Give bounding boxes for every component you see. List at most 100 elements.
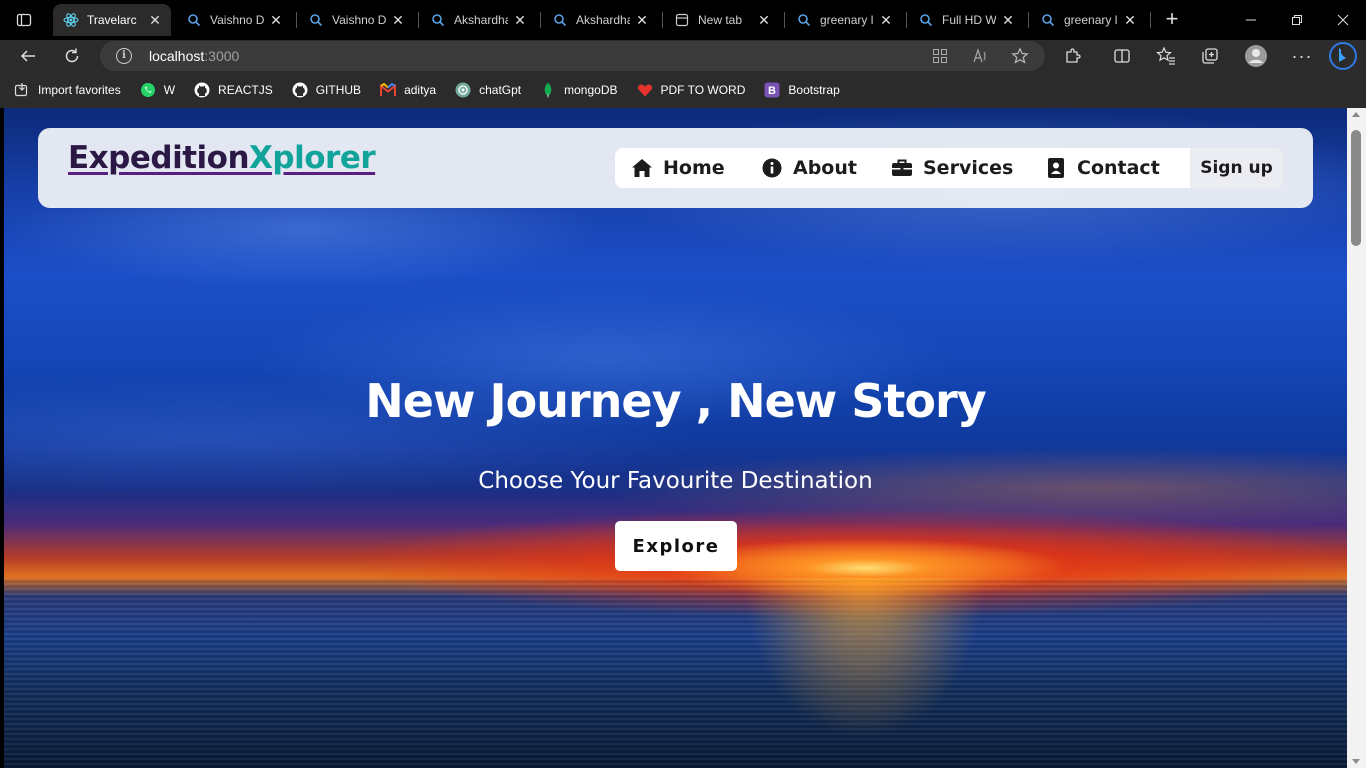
search-icon <box>430 12 446 28</box>
favorite-chatgpt[interactable]: chatGpt <box>455 82 521 98</box>
copilot-button[interactable] <box>1328 41 1358 71</box>
tab-akshardham-2[interactable]: Akshardha ✕ <box>542 4 658 36</box>
new-tab-button[interactable]: + <box>1160 8 1184 32</box>
info-circle-icon <box>761 157 783 179</box>
tab-greenary-1[interactable]: greenary la ✕ <box>786 4 902 36</box>
whatsapp-icon <box>140 82 156 98</box>
close-icon[interactable]: ✕ <box>390 12 406 28</box>
scroll-down-arrow-icon[interactable] <box>1352 759 1360 764</box>
back-arrow-icon <box>20 50 35 62</box>
scroll-up-arrow-icon[interactable] <box>1352 112 1360 117</box>
puzzle-icon <box>1066 48 1081 63</box>
favorites-button[interactable] <box>1152 42 1180 70</box>
tab-akshardham-1[interactable]: Akshardha ✕ <box>420 4 536 36</box>
close-icon[interactable]: ✕ <box>512 12 528 28</box>
favorite-bootstrap[interactable]: B Bootstrap <box>764 82 840 98</box>
nav-home-label: Home <box>663 157 725 179</box>
favorite-import[interactable]: Import favorites <box>14 82 121 98</box>
read-aloud-icon[interactable] <box>970 46 990 66</box>
app-available-icon[interactable] <box>930 46 950 66</box>
favorite-whatsapp[interactable]: W <box>140 82 175 98</box>
hero-subtitle: Choose Your Favourite Destination <box>478 468 873 494</box>
close-icon[interactable]: ✕ <box>756 12 772 28</box>
more-options-button[interactable]: ··· <box>1288 42 1316 70</box>
favorite-label: Bootstrap <box>788 83 840 97</box>
tab-full-hd[interactable]: Full HD Wa ✕ <box>908 4 1024 36</box>
close-icon[interactable]: ✕ <box>1000 12 1016 28</box>
nav-about[interactable]: About <box>761 148 857 188</box>
tab-separator <box>296 12 297 28</box>
scroll-thumb[interactable] <box>1351 130 1361 246</box>
signup-button[interactable]: Sign up <box>1190 148 1283 188</box>
tab-greenary-2[interactable]: greenary la ✕ <box>1030 4 1146 36</box>
minimize-button[interactable] <box>1228 6 1274 34</box>
brand-part1: Expedition <box>68 140 250 176</box>
tab-title: greenary la <box>1064 13 1118 27</box>
favorite-gmail[interactable]: aditya <box>380 82 436 98</box>
tab-strip: Travelarc ✕ Vaishno De ✕ Vaishno De ✕ Ak… <box>0 0 1366 40</box>
back-button[interactable] <box>14 42 42 70</box>
nav-home[interactable]: Home <box>631 148 725 188</box>
close-icon[interactable]: ✕ <box>268 12 284 28</box>
react-icon <box>63 12 79 28</box>
tab-separator <box>540 12 541 28</box>
explore-button[interactable]: Explore <box>615 521 737 571</box>
split-screen-button[interactable] <box>1108 42 1136 70</box>
nav-services[interactable]: Services <box>891 148 1013 188</box>
briefcase-icon <box>891 157 913 179</box>
favorite-star-icon[interactable] <box>1010 46 1030 66</box>
collections-button[interactable] <box>1196 42 1224 70</box>
brand-logo[interactable]: ExpeditionXplorer <box>68 140 376 176</box>
close-icon[interactable]: ✕ <box>878 12 894 28</box>
close-window-button[interactable] <box>1320 6 1366 34</box>
site-navbar: ExpeditionXplorer Home About Services Co… <box>38 128 1313 208</box>
github-icon <box>292 82 308 98</box>
ellipsis-icon: ··· <box>1291 45 1313 66</box>
favorite-pdf-to-word[interactable]: PDF TO WORD <box>637 82 745 98</box>
nav-services-label: Services <box>923 157 1014 179</box>
tab-actions-icon <box>16 13 32 27</box>
tab-title: greenary la <box>820 13 874 27</box>
nav-contact-label: Contact <box>1077 157 1160 179</box>
favorite-github[interactable]: GITHUB <box>292 82 361 98</box>
tab-title: Akshardha <box>576 13 630 27</box>
tab-travelarc[interactable]: Travelarc ✕ <box>53 4 171 36</box>
close-icon[interactable]: ✕ <box>1122 12 1138 28</box>
tab-title: Full HD Wa <box>942 13 996 27</box>
url-text[interactable]: localhost:3000 <box>149 48 239 64</box>
tab-vaishno-2[interactable]: Vaishno De ✕ <box>298 4 414 36</box>
restore-icon <box>1292 15 1302 25</box>
tab-separator <box>1028 12 1029 28</box>
tab-title: Akshardha <box>454 13 508 27</box>
tab-vaishno-1[interactable]: Vaishno De ✕ <box>176 4 292 36</box>
tab-separator <box>662 12 663 28</box>
close-icon[interactable]: ✕ <box>634 12 650 28</box>
close-icon[interactable]: ✕ <box>147 12 163 28</box>
profile-button[interactable] <box>1242 42 1270 70</box>
restore-button[interactable] <box>1274 6 1320 34</box>
browser-toolbar: i localhost:3000 ··· <box>0 40 1366 72</box>
close-icon <box>1337 14 1349 26</box>
favorite-label: aditya <box>404 83 437 97</box>
url-port: :3000 <box>204 48 240 64</box>
favorite-reactjs[interactable]: REACTJS <box>194 82 273 98</box>
favorite-mongodb[interactable]: mongoDB <box>540 82 618 98</box>
split-screen-icon <box>1114 49 1130 63</box>
nav-about-label: About <box>793 157 857 179</box>
pdf-icon <box>637 82 653 98</box>
url-host: localhost <box>149 48 205 64</box>
tab-title: Vaishno De <box>332 13 386 27</box>
reload-button[interactable] <box>58 42 86 70</box>
svg-text:B: B <box>768 85 776 97</box>
reload-icon <box>65 48 79 63</box>
extensions-button[interactable] <box>1059 42 1087 70</box>
tab-actions-button[interactable] <box>12 8 36 32</box>
contact-book-icon <box>1045 157 1067 179</box>
import-icon <box>14 82 30 98</box>
address-bar[interactable]: i localhost:3000 <box>100 41 1045 71</box>
tab-new-tab[interactable]: New tab ✕ <box>664 4 780 36</box>
nav-contact[interactable]: Contact <box>1045 148 1160 188</box>
page-scrollbar[interactable] <box>1347 108 1366 768</box>
tab-separator <box>784 12 785 28</box>
site-info-icon[interactable]: i <box>116 48 132 64</box>
